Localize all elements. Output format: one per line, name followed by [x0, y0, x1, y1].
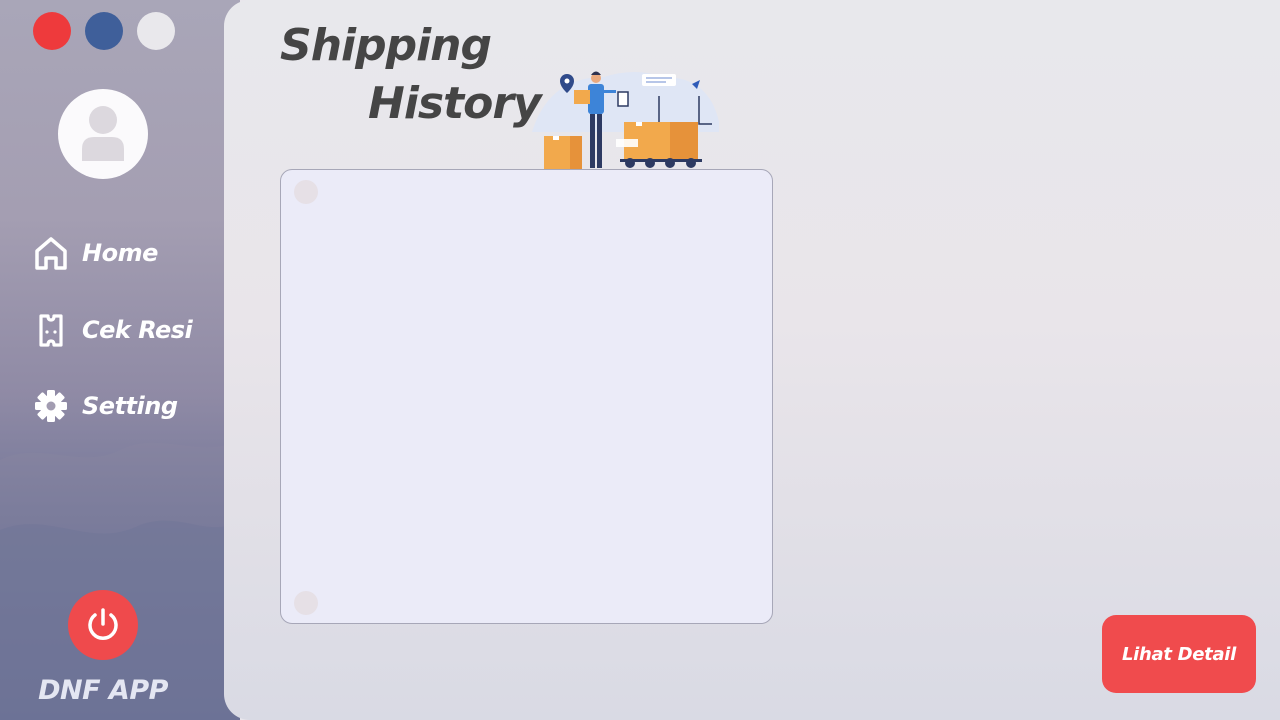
avatar[interactable]: [58, 89, 148, 179]
sidebar-item-cek-resi[interactable]: Cek Resi: [32, 310, 193, 350]
window-minimize-button[interactable]: [85, 12, 123, 50]
shipping-illustration: [532, 71, 719, 170]
window-maximize-button[interactable]: [137, 12, 175, 50]
main-panel: Shipping History Lihat Detail: [224, 0, 1280, 720]
power-button[interactable]: [68, 590, 138, 660]
sidebar-item-home[interactable]: Home: [32, 233, 158, 273]
sidebar: Home Cek Resi Setting DNF APP: [0, 0, 240, 720]
scroll-indicator-top: [294, 180, 318, 204]
scroll-indicator-bottom: [294, 591, 318, 615]
app-name: DNF APP: [38, 675, 168, 706]
sidebar-item-setting[interactable]: Setting: [32, 386, 178, 426]
user-icon: [82, 106, 124, 161]
page-title-line-1: Shipping: [280, 20, 492, 71]
page-title-line-2: History: [368, 78, 542, 129]
mountain-background: [0, 440, 240, 720]
shipping-history-list[interactable]: [280, 169, 773, 624]
sidebar-item-label: Cek Resi: [82, 316, 193, 344]
home-icon: [32, 234, 70, 272]
sidebar-item-label: Home: [82, 239, 158, 267]
lihat-detail-button[interactable]: Lihat Detail: [1102, 615, 1256, 693]
power-icon: [88, 608, 118, 640]
sidebar-item-label: Setting: [82, 392, 178, 420]
receipt-icon: [32, 311, 70, 349]
gear-icon: [32, 387, 70, 425]
window-close-button[interactable]: [33, 12, 71, 50]
